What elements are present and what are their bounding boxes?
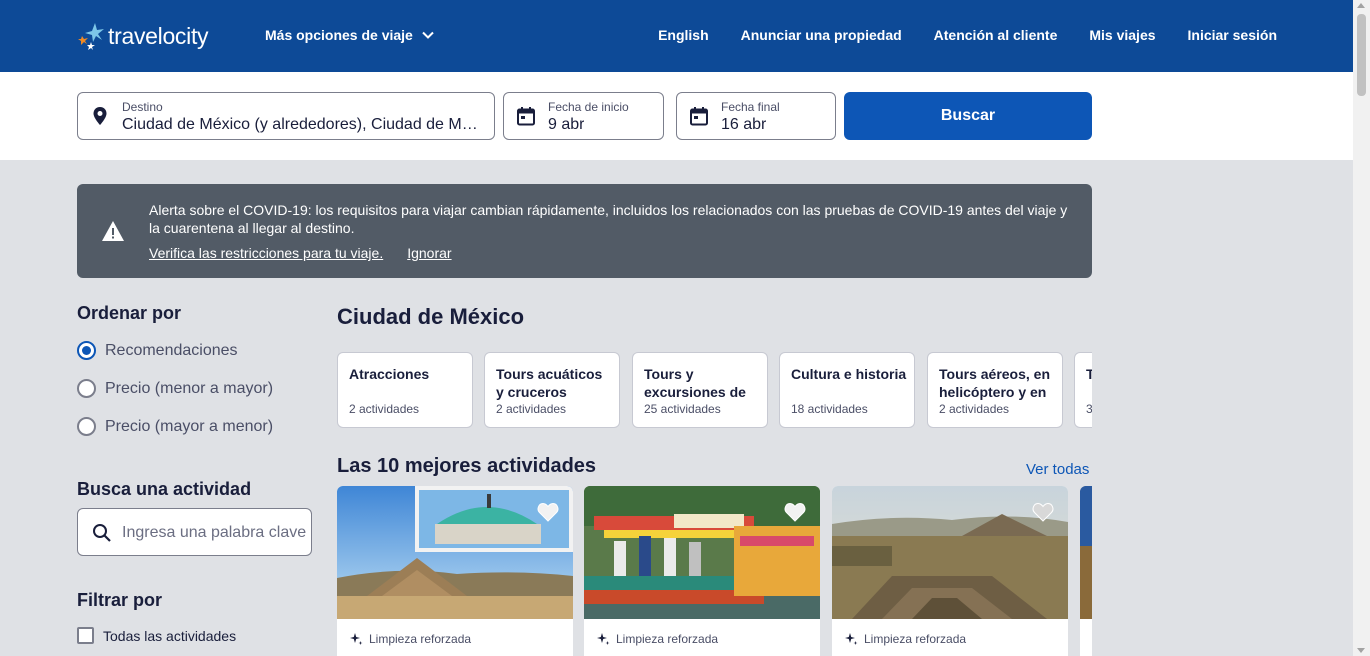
category-title: Atracciones [349,366,430,382]
scroll-up-arrow[interactable] [1357,3,1365,8]
clean-badge: Limpieza reforzada [596,632,718,646]
sparkle-icon [845,633,858,645]
activity-card[interactable]: Limpieza reforzada [832,486,1068,656]
filter-all-label: Todas las actividades [103,627,237,644]
alert-message: Alerta sobre el COVID-19: los requisitos… [149,202,1068,236]
clean-badge: Limpieza reforzada [844,632,966,646]
activity-search-heading: Busca una actividad [77,479,252,499]
nav-my-trips[interactable]: Mis viajes [1089,27,1155,43]
see-all-link[interactable]: Ver todas [1026,461,1089,478]
activity-image [1080,486,1092,619]
destination-field[interactable]: Destino Ciudad de México (y alrededores)… [77,92,495,140]
header-nav: English Anunciar una propiedad Atención … [658,27,1277,43]
nav-list-property[interactable]: Anunciar una propiedad [741,27,902,43]
category-count: 18 actividades [791,402,868,416]
sort-option-label: Recomendaciones [105,341,238,359]
radio-selected[interactable] [77,341,96,360]
category-title: Tours acuáticos y cruceros [496,366,603,400]
start-date-label: Fecha de inicio [548,100,629,114]
travelocity-logo[interactable]: travelocity [76,18,209,54]
category-title: T p [1086,366,1092,382]
top-activities-heading: Las 10 mejores actividades [337,455,597,477]
category-carousel: Atracciones 2 actividades Tours acuático… [337,352,1092,428]
end-date-value: 16 abr [721,116,767,133]
map-pin-icon [93,107,107,125]
sort-option-label: Precio (mayor a menor) [105,417,274,435]
heart-icon[interactable] [784,502,806,522]
warning-icon [102,221,124,241]
filter-heading: Filtrar por [77,590,163,610]
logo-text: travelocity [108,22,209,49]
category-card[interactable]: Cultura e historia 18 actividades [779,352,915,428]
more-travel-options-menu[interactable]: Más opciones de viaje [265,27,435,43]
sort-option-recommended[interactable]: Recomendaciones [77,341,238,360]
activity-card[interactable]: Limpieza reforzada [337,486,573,656]
category-count: 2 actividades [496,402,567,416]
nav-language[interactable]: English [658,27,709,43]
clean-badge: Limpieza reforzada [349,632,471,646]
check-restrictions-link[interactable]: Verifica las restricciones para tu viaje… [149,245,383,261]
badge-label: Limpieza reforzada [864,632,967,646]
category-count: 2 actividades [939,402,1010,416]
category-title: Tours y excursiones de un día [644,366,746,400]
category-count: 3 [1086,402,1092,416]
category-title: Tours aéreos, en helicóptero y en globo [939,366,1051,400]
calendar-icon [690,107,708,126]
search-button[interactable]: Buscar [844,92,1092,140]
scroll-down-arrow[interactable] [1357,648,1365,653]
destination-label: Destino [122,100,163,114]
star-logo-icon [78,23,104,50]
more-options-label: Más opciones de viaje [265,27,413,43]
category-card[interactable]: T p 3 [1074,352,1092,428]
category-card[interactable]: Atracciones 2 actividades [337,352,473,428]
calendar-icon [517,107,535,126]
sort-option-price-asc[interactable]: Precio (menor a mayor) [77,379,273,398]
city-title: Ciudad de México [337,304,525,329]
filter-all-activities[interactable]: Todas las actividades [77,627,236,644]
checkbox[interactable] [77,627,94,644]
activity-cards-carousel: Limpieza reforzada Limpieza reforzada Li… [337,486,1092,656]
category-title: Cultura e historia [791,366,907,382]
category-card[interactable]: Tours y excursiones de un día 25 activid… [632,352,768,428]
activity-card[interactable] [1080,486,1092,656]
radio-unselected[interactable] [77,417,96,436]
alert-links: Verifica las restricciones para tu viaje… [149,245,452,261]
top-header: travelocity Más opciones de viaje Englis… [0,0,1353,72]
category-count: 2 actividades [349,402,420,416]
radio-unselected[interactable] [77,379,96,398]
end-date-label: Fecha final [721,100,780,114]
sparkle-icon [350,633,363,645]
search-bar: Destino Ciudad de México (y alrededores)… [0,72,1353,160]
sort-option-price-desc[interactable]: Precio (mayor a menor) [77,417,273,436]
heart-icon[interactable] [1032,502,1054,522]
badge-label: Limpieza reforzada [369,632,472,646]
nav-customer-support[interactable]: Atención al cliente [934,27,1058,43]
activity-card[interactable]: Limpieza reforzada [584,486,820,656]
page-scrollbar[interactable] [1353,0,1370,656]
heart-icon[interactable] [537,502,559,522]
category-count: 25 actividades [644,402,721,416]
sparkle-icon [597,633,610,645]
category-card[interactable]: Tours aéreos, en helicóptero y en globo … [927,352,1063,428]
category-card[interactable]: Tours acuáticos y cruceros 2 actividades [484,352,620,428]
search-icon [93,524,111,542]
start-date-value: 9 abr [548,116,585,133]
start-date-field[interactable]: Fecha de inicio 9 abr [503,92,664,140]
end-date-field[interactable]: Fecha final 16 abr [676,92,836,140]
destination-value: Ciudad de México (y alrededores), Ciudad… [122,116,484,133]
badge-label: Limpieza reforzada [616,632,719,646]
keyword-search-box[interactable] [77,508,312,556]
scroll-thumb[interactable] [1357,14,1366,96]
sort-heading: Ordenar por [77,303,182,323]
chevron-down-icon [422,31,434,39]
ignore-alert-link[interactable]: Ignorar [407,245,451,261]
sort-option-label: Precio (menor a mayor) [105,379,274,397]
nav-sign-in[interactable]: Iniciar sesión [1188,27,1277,43]
covid-alert-banner: Alerta sobre el COVID-19: los requisitos… [77,184,1092,278]
keyword-search-input[interactable] [122,521,308,545]
